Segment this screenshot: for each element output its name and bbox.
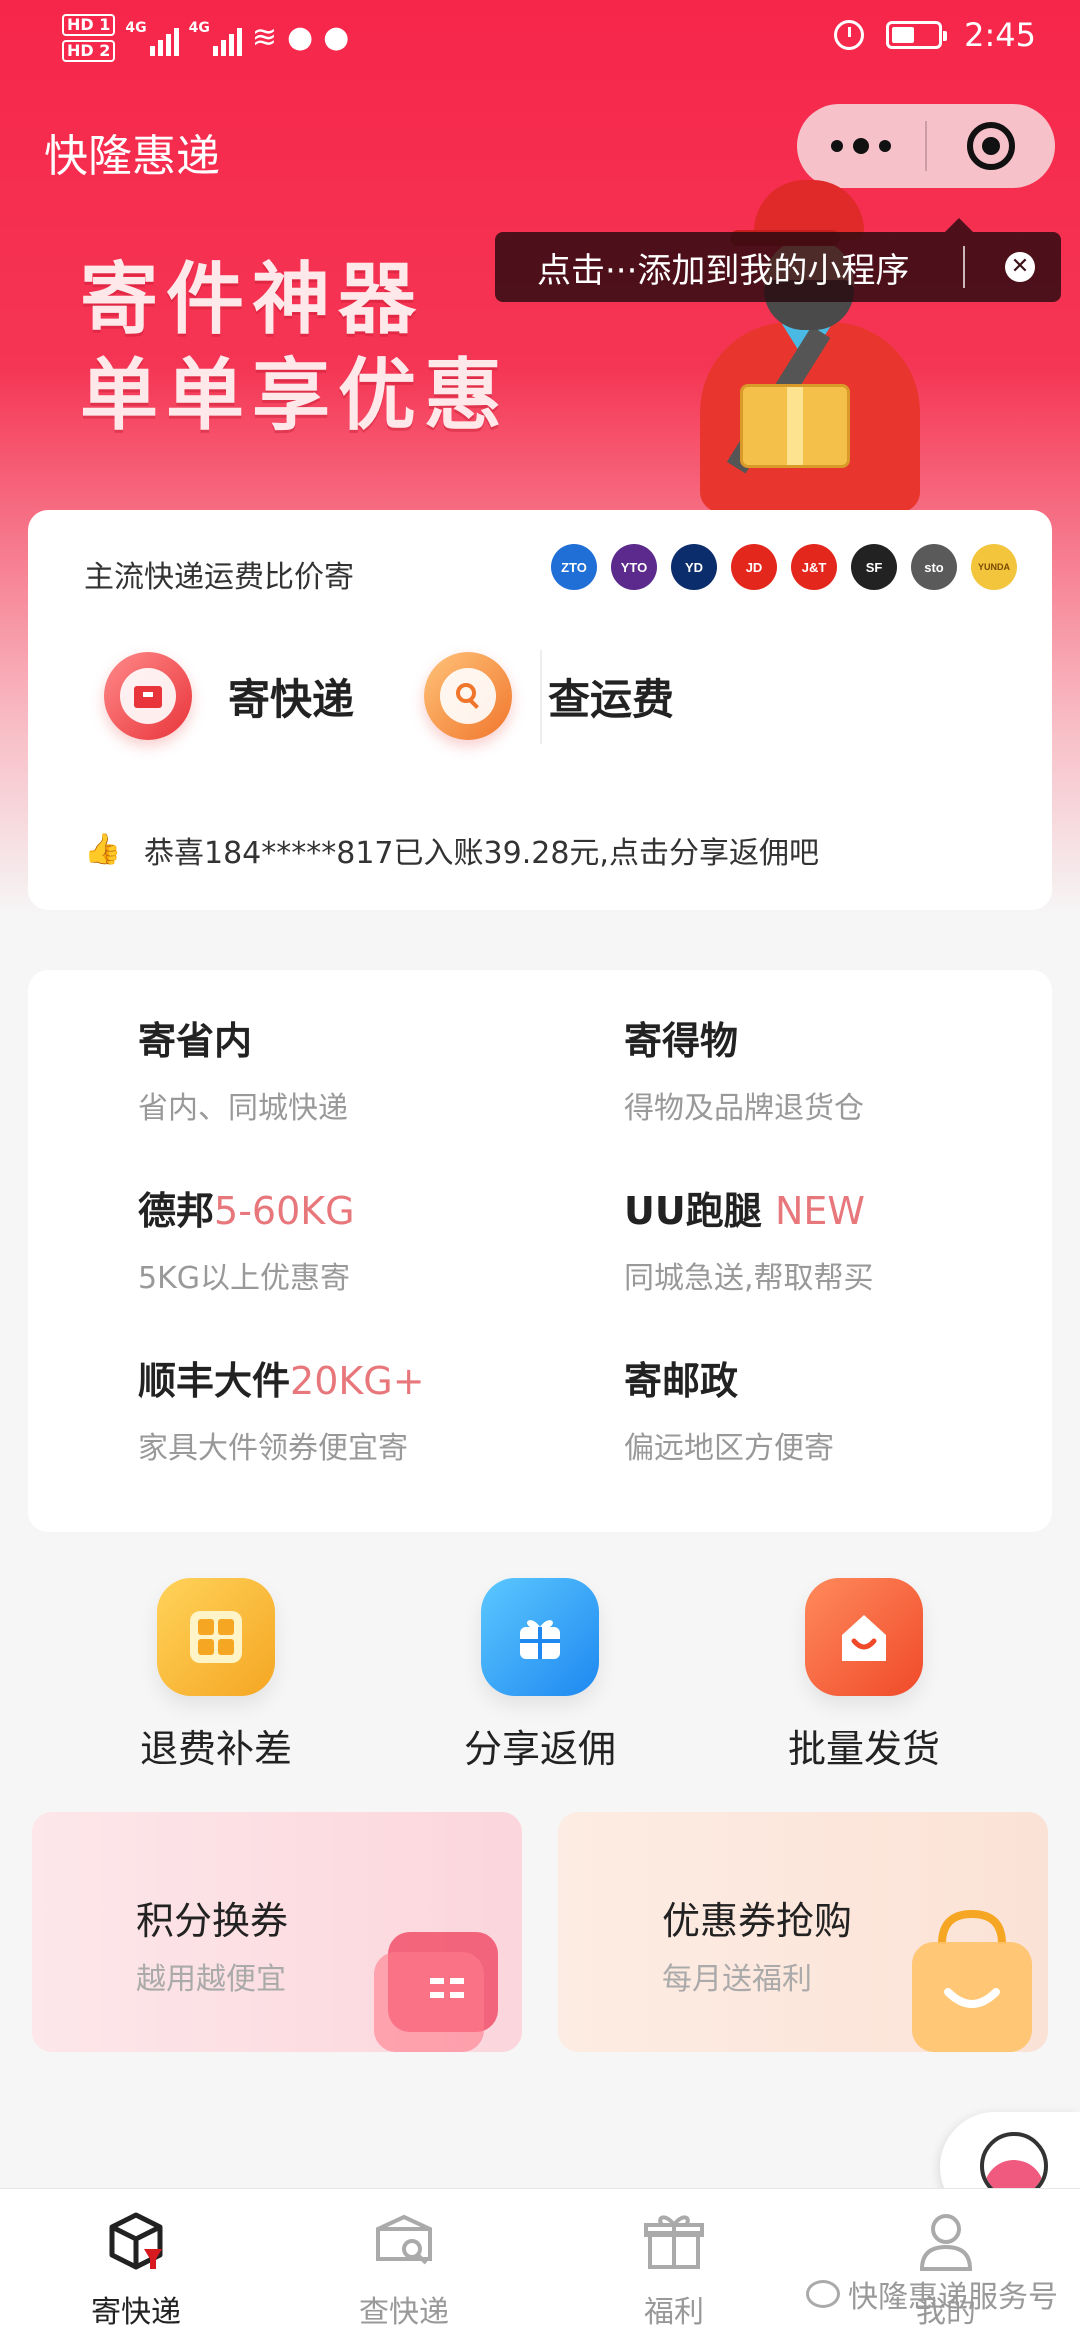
fee-search-icon: [424, 652, 512, 740]
share-commission-label: 分享返佣: [463, 1727, 616, 1771]
tab-label: 查快递: [359, 2295, 449, 2330]
wifi-icon: ≋: [251, 20, 277, 55]
points-exchange-card[interactable]: 积分换券 越用越便宜: [32, 1812, 522, 2052]
user-icon: [910, 2205, 982, 2277]
refund-diff-label: 退费补差: [139, 1727, 292, 1771]
tab-label: 福利: [644, 2295, 704, 2330]
status-bar: HD 1 HD 2 4G 4G ≋ ● ● 2:45: [0, 0, 1080, 80]
share-notice[interactable]: 👍 恭喜184*****817已入账39.28元,点击分享返佣吧: [84, 828, 819, 872]
jd-logo-icon: JD: [731, 544, 777, 590]
package-icon: [100, 2205, 172, 2277]
slogan-line2: 单单享优惠: [80, 351, 511, 441]
coupon-rush-card[interactable]: 优惠券抢购 每月送福利: [558, 1812, 1048, 2052]
courier-illustration: [660, 172, 950, 512]
service-dewu[interactable]: 寄得物 得物及品牌退货仓: [624, 1010, 864, 1127]
batch-ship-label: 批量发货: [787, 1727, 940, 1771]
compare-card: 主流快递运费比价寄 ZTO YTO YD JD J&T SF sto YUNDA…: [28, 510, 1052, 910]
gift-box-icon: [638, 2205, 710, 2277]
coupon-rush-subtitle: 每月送福利: [662, 1962, 812, 1997]
wechat-official-icon: [806, 2280, 840, 2308]
watermark-text: 快隆惠递服务号: [848, 2280, 1058, 2315]
yto-logo-icon: YTO: [611, 544, 657, 590]
tab-send-express[interactable]: 寄快递: [56, 2205, 216, 2331]
coupon-ticket-icon: [368, 1922, 518, 2052]
yd-logo-icon: YD: [671, 544, 717, 590]
status-left: HD 1 HD 2 4G 4G ≋ ● ●: [62, 14, 349, 62]
send-express-button[interactable]: 寄快递: [104, 652, 354, 740]
status-time: 2:45: [964, 16, 1036, 54]
gift-icon: [481, 1578, 599, 1696]
thumbs-up-icon: 👍: [84, 832, 122, 867]
sf-logo-icon: SF: [851, 544, 897, 590]
tab-label: 寄快递: [91, 2295, 181, 2330]
courier-logos: ZTO YTO YD JD J&T SF sto YUNDA: [551, 544, 1017, 590]
share-commission-button[interactable]: 分享返佣: [430, 1578, 650, 1773]
bottom-tab-bar: 寄快递 查快递 福利 我的: [0, 2188, 1080, 2340]
hero-slogan: 寄件神器 单单享优惠: [80, 252, 510, 444]
hd1-badge: HD 1: [62, 14, 116, 36]
notice-text: 恭喜184*****817已入账39.28元,点击分享返佣吧: [144, 836, 819, 871]
refund-diff-button[interactable]: 退费补差: [106, 1578, 326, 1773]
tab-welfare[interactable]: 福利: [594, 2205, 754, 2331]
zto-logo-icon: ZTO: [551, 544, 597, 590]
calculator-icon: [157, 1578, 275, 1696]
tab-track-express[interactable]: 查快递: [324, 2205, 484, 2331]
service-desc: 省内、同城快递: [138, 1091, 348, 1126]
signal-1-icon: 4G: [125, 20, 179, 56]
slogan-line1: 寄件神器: [80, 255, 425, 345]
battery-icon: [886, 21, 948, 49]
status-right: 2:45: [834, 16, 1036, 54]
tip-text: 点击···添加到我的小程序: [537, 250, 910, 291]
shopping-bag-icon: [902, 1908, 1048, 2052]
points-exchange-subtitle: 越用越便宜: [136, 1962, 286, 1997]
service-province[interactable]: 寄省内 省内、同城快递: [138, 1010, 348, 1127]
service-desc: 偏远地区方便寄: [624, 1431, 834, 1466]
wechat-icon: ●: [286, 20, 314, 55]
compare-title: 主流快递运费比价寄: [84, 560, 354, 595]
yunda-logo-icon: YUNDA: [971, 544, 1017, 590]
signal-2-icon: 4G: [189, 20, 242, 56]
dot-icon: [831, 140, 843, 152]
service-desc: 同城急送,帮取帮买: [624, 1261, 874, 1296]
house-box-icon: [805, 1578, 923, 1696]
jt-logo-icon: J&T: [791, 544, 837, 590]
package-search-icon: [368, 2205, 440, 2277]
tip-divider: [963, 246, 965, 288]
service-uu-errand[interactable]: UU跑腿 NEW 同城急送,帮取帮买: [624, 1180, 874, 1297]
target-icon: [967, 122, 1015, 170]
dot-icon: [879, 140, 891, 152]
add-miniprogram-tip[interactable]: 点击···添加到我的小程序 ✕: [495, 218, 1061, 302]
services-card: 寄省内 省内、同城快递 寄得物 得物及品牌退货仓 德邦5-60KG 5KG以上优…: [28, 970, 1052, 1532]
service-sf-bulky[interactable]: 顺丰大件20KG+ 家具大件领券便宜寄: [138, 1350, 425, 1467]
send-express-label: 寄快递: [228, 674, 355, 724]
check-fee-label: 查运费: [548, 674, 675, 724]
service-post[interactable]: 寄邮政 偏远地区方便寄: [624, 1350, 834, 1467]
message-icon: ●: [323, 20, 350, 55]
watermark: 快隆惠递服务号: [806, 2272, 1058, 2316]
points-exchange-title: 积分换券: [136, 1899, 289, 1943]
service-deppon[interactable]: 德邦5-60KG 5KG以上优惠寄: [138, 1180, 355, 1297]
service-desc: 家具大件领券便宜寄: [138, 1431, 408, 1466]
coupon-rush-title: 优惠券抢购: [662, 1899, 853, 1943]
hd2-badge: HD 2: [62, 40, 116, 62]
send-box-icon: [104, 652, 192, 740]
batch-ship-button[interactable]: 批量发货: [754, 1578, 974, 1773]
sto-logo-icon: sto: [911, 544, 957, 590]
alarm-icon: [834, 20, 865, 50]
check-fee-button[interactable]: 查运费: [424, 652, 674, 740]
dot-icon: [853, 138, 869, 154]
hd-badges: HD 1 HD 2: [62, 14, 116, 62]
service-desc: 得物及品牌退货仓: [624, 1091, 864, 1126]
service-desc: 5KG以上优惠寄: [138, 1261, 351, 1296]
close-tip-icon[interactable]: ✕: [1005, 252, 1035, 282]
app-title: 快隆惠递: [44, 131, 220, 182]
